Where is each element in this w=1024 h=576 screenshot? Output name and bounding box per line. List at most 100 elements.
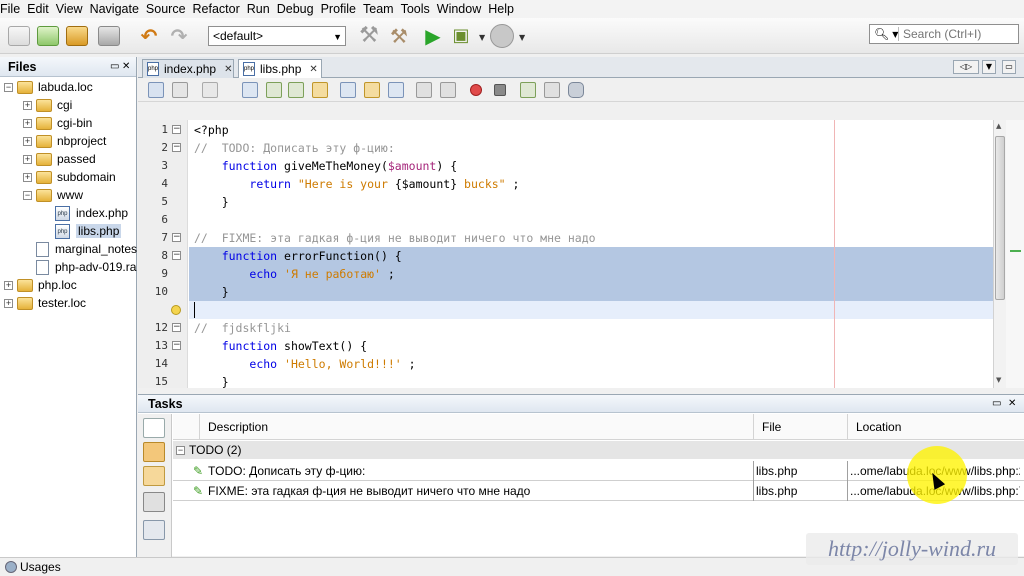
code-fold-icon[interactable]: − — [172, 323, 181, 332]
toggle-highlight-icon[interactable] — [312, 82, 328, 98]
menu-tools[interactable]: Tools — [401, 2, 434, 16]
collapse-icon[interactable]: − — [4, 82, 13, 92]
task-group-row[interactable]: − TODO (2) — [173, 441, 1024, 459]
expand-icon[interactable]: + — [23, 172, 32, 182]
stop-macro-icon[interactable] — [494, 84, 506, 96]
redo-icon[interactable]: ↷ — [168, 26, 190, 46]
shift-left-icon[interactable] — [416, 82, 432, 98]
run-icon[interactable]: ▶ — [422, 26, 444, 46]
last-edit-icon[interactable] — [148, 82, 164, 98]
menu-profile[interactable]: Profile — [321, 2, 360, 16]
back-icon[interactable] — [172, 82, 188, 98]
tree-item[interactable]: + nbproject — [23, 132, 106, 150]
column-header-location[interactable]: Location — [848, 414, 1024, 440]
debug-icon[interactable]: ▣ — [450, 26, 472, 46]
tree-item[interactable]: + cgi — [23, 96, 72, 114]
menu-source[interactable]: Source — [146, 2, 190, 16]
uncomment-icon[interactable] — [544, 82, 560, 98]
tree-item[interactable]: + subdomain — [23, 168, 116, 186]
shift-right-icon[interactable] — [440, 82, 456, 98]
hint-bulb-icon[interactable] — [171, 305, 181, 315]
search-input[interactable] — [903, 27, 1018, 41]
group-by-category-icon[interactable] — [143, 520, 165, 540]
new-file-icon[interactable] — [8, 26, 30, 46]
undo-icon[interactable]: ↶ — [138, 26, 160, 46]
menu-team[interactable]: Team — [363, 2, 398, 16]
code-fold-icon[interactable]: − — [172, 341, 181, 350]
close-icon[interactable]: ✕ — [122, 57, 130, 77]
menu-window[interactable]: Window — [437, 2, 485, 16]
find-previous-icon[interactable] — [266, 82, 282, 98]
scrollbar-thumb[interactable] — [995, 136, 1005, 300]
clean-build-icon[interactable]: ⚒ — [388, 26, 410, 46]
tab-list-icon[interactable]: ▼ — [982, 60, 996, 74]
chevron-down-icon[interactable]: ▼ — [519, 33, 525, 42]
tree-item[interactable]: + cgi-bin — [23, 114, 92, 132]
minimize-icon[interactable]: ▭ — [110, 57, 119, 77]
database-icon[interactable] — [568, 82, 584, 98]
tree-item[interactable]: + php.loc — [4, 276, 77, 294]
tree-item[interactable]: php index.php — [42, 204, 128, 222]
column-header-description[interactable]: Description — [200, 414, 754, 440]
save-all-icon[interactable] — [98, 26, 120, 46]
menu-file[interactable]: File — [0, 2, 24, 16]
collapse-icon[interactable]: − — [23, 190, 32, 200]
code-fold-icon[interactable]: − — [172, 125, 181, 134]
find-next-icon[interactable] — [288, 82, 304, 98]
all-projects-filter-icon[interactable] — [143, 466, 165, 486]
open-project-icon[interactable] — [66, 26, 88, 46]
collapse-icon[interactable]: − — [176, 445, 185, 455]
menu-help[interactable]: Help — [488, 2, 518, 16]
expand-icon[interactable]: + — [4, 280, 13, 290]
menu-refactor[interactable]: Refactor — [193, 2, 244, 16]
menu-debug[interactable]: Debug — [277, 2, 318, 16]
usages-label[interactable]: Usages — [20, 560, 61, 574]
chevron-down-icon[interactable]: ▼ — [479, 33, 485, 42]
close-icon[interactable]: ✕ — [224, 64, 232, 75]
editor-scrollbar[interactable]: ▲ ▼ — [993, 120, 1006, 388]
task-row[interactable]: ✎TODO: Дописать эту ф-цию:libs.php...ome… — [173, 461, 1024, 481]
minimize-icon[interactable]: ▭ — [992, 395, 1001, 413]
annotation-mark[interactable] — [1010, 250, 1021, 252]
expand-icon[interactable]: + — [4, 298, 13, 308]
column-header-file[interactable]: File — [754, 414, 848, 440]
expand-icon[interactable]: + — [23, 100, 32, 110]
code-fold-icon[interactable]: − — [172, 251, 181, 260]
expand-icon[interactable]: + — [23, 118, 32, 128]
comment-icon[interactable] — [520, 82, 536, 98]
code-fold-icon[interactable]: − — [172, 143, 181, 152]
expand-icon[interactable]: + — [23, 136, 32, 146]
tree-item[interactable]: php-adv-019.ra — [23, 258, 136, 276]
code-fold-icon[interactable]: − — [172, 233, 181, 242]
tree-item[interactable]: − labuda.loc — [4, 78, 93, 96]
expand-icon[interactable]: + — [23, 154, 32, 164]
record-macro-icon[interactable] — [470, 84, 482, 96]
close-icon[interactable]: ✕ — [309, 64, 317, 75]
tree-item[interactable]: + tester.loc — [4, 294, 86, 312]
maximize-icon[interactable]: ▭ — [1002, 60, 1016, 74]
current-project-filter-icon[interactable] — [143, 442, 165, 462]
usages-icon[interactable] — [5, 561, 17, 573]
next-bookmark-icon[interactable] — [364, 82, 380, 98]
search-box[interactable]: 🔍︎ ▼ — [869, 24, 1019, 44]
new-project-icon[interactable] — [37, 26, 59, 46]
current-file-filter-icon[interactable] — [143, 418, 165, 438]
search-icon[interactable]: 🔍︎ — [870, 27, 892, 41]
configuration-select[interactable]: <default> ▼ — [208, 26, 346, 46]
tree-item[interactable]: + passed — [23, 150, 96, 168]
menu-view[interactable]: View — [56, 2, 87, 16]
filter-icon[interactable] — [143, 492, 165, 512]
menu-navigate[interactable]: Navigate — [90, 2, 143, 16]
menu-edit[interactable]: Edit — [27, 2, 53, 16]
previous-bookmark-icon[interactable] — [340, 82, 356, 98]
tree-item[interactable]: − www — [23, 186, 83, 204]
forward-icon[interactable] — [202, 82, 218, 98]
tree-item[interactable]: marginal_notes — [23, 240, 137, 258]
task-row[interactable]: ✎ FIXME: эта гадкая ф-ция не выводит ниче… — [173, 481, 1024, 501]
close-icon[interactable]: ✕ — [1008, 395, 1016, 413]
scroll-down-icon[interactable]: ▼ — [996, 376, 1001, 384]
toggle-bookmark-icon[interactable] — [388, 82, 404, 98]
tab-scroll-buttons[interactable]: ◁▷ — [953, 60, 979, 74]
scroll-up-icon[interactable]: ▲ — [996, 122, 1001, 130]
tree-item[interactable]: php libs.php — [42, 222, 122, 240]
